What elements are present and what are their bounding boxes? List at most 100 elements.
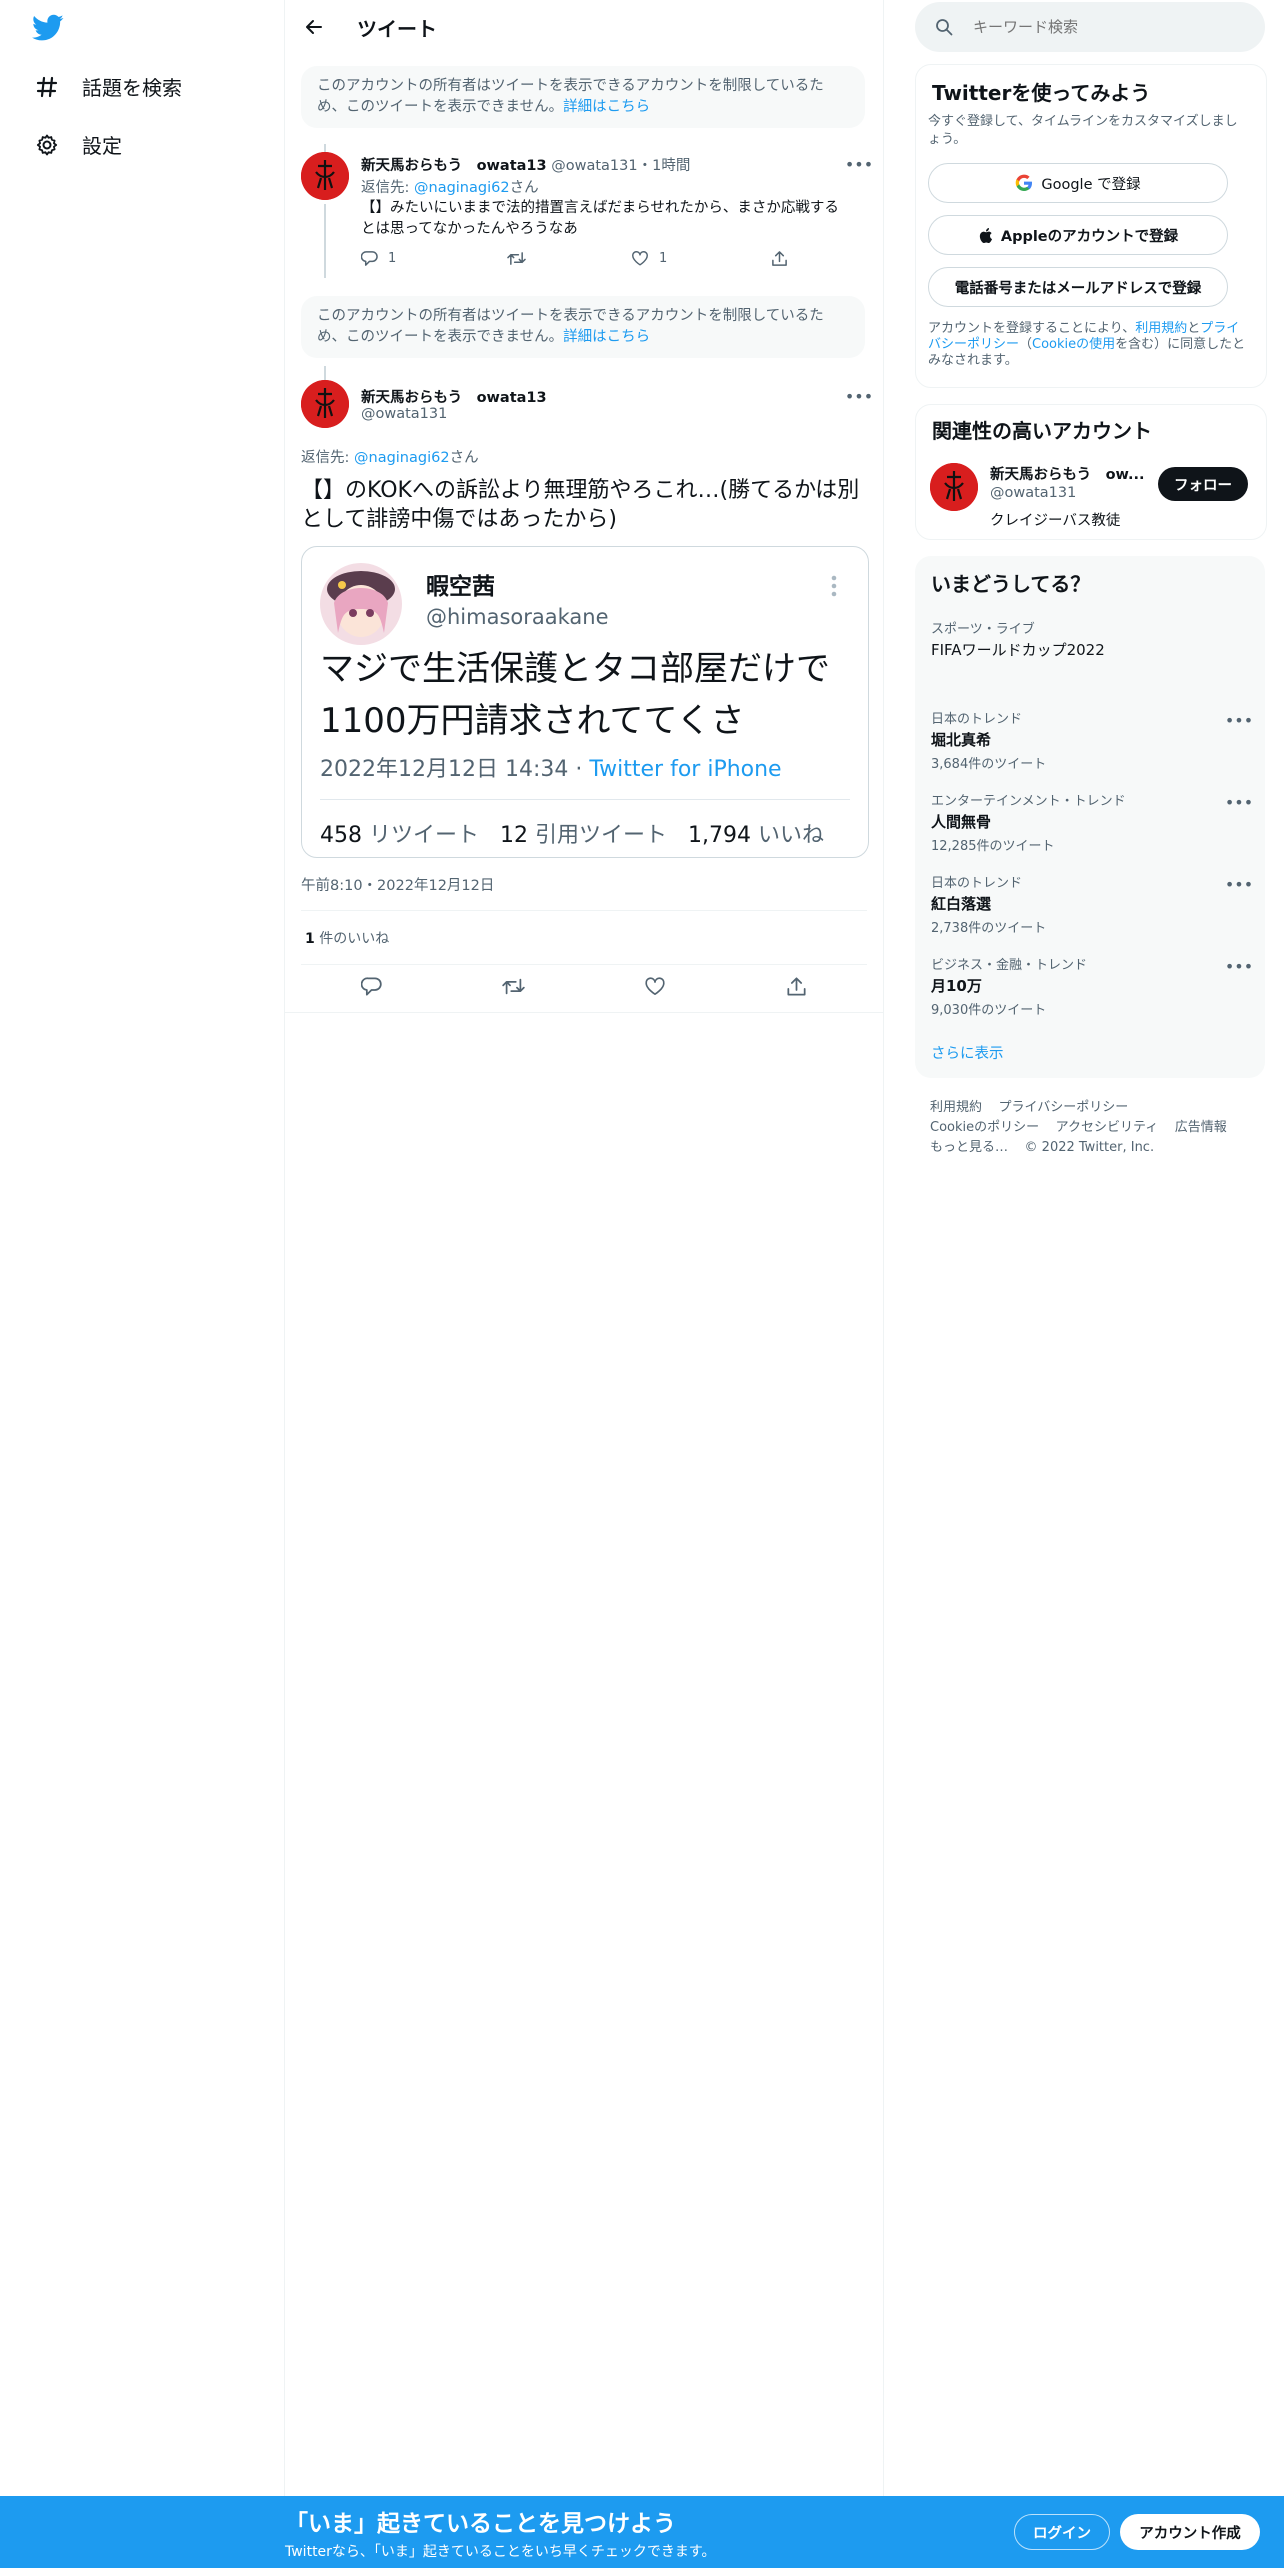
nav-settings-label: 設定 <box>82 134 122 158</box>
signup-button[interactable]: アカウント作成 <box>1120 2514 1260 2550</box>
follow-button[interactable]: フォロー <box>1158 467 1248 501</box>
retweet-button[interactable] <box>507 250 631 267</box>
reply-to-link[interactable]: @naginagi62 <box>414 180 510 196</box>
twitter-logo-icon[interactable] <box>32 14 64 42</box>
reply-button[interactable]: 1 <box>361 250 507 267</box>
trend-item[interactable]: 日本のトレンド 紅白落選 2,738件のツイート <box>931 872 1251 936</box>
main-tweet-actions <box>301 976 867 997</box>
trend-item[interactable]: ビジネス・金融・トレンド 月10万 9,030件のツイート <box>931 954 1251 1018</box>
kebab-menu-icon[interactable] <box>830 573 838 599</box>
like-button[interactable]: 1 <box>631 250 771 267</box>
learn-more-link[interactable]: 詳細はこちら <box>563 99 650 115</box>
trend-count: 2,738件のツイート <box>931 921 1047 936</box>
embedded-handle[interactable]: @himasoraakane <box>426 605 609 629</box>
login-button[interactable]: ログイン <box>1014 2514 1110 2550</box>
reply-to-link[interactable]: @naginagi62 <box>354 450 450 466</box>
reply-to-line: 返信先: @naginagi62さん <box>361 176 539 197</box>
embedded-quotes-num: 12 <box>500 823 528 848</box>
nav-settings[interactable]: 設定 <box>34 130 122 159</box>
related-handle[interactable]: @owata131 <box>990 485 1076 501</box>
footer-privacy-link[interactable]: プライバシーポリシー <box>999 1100 1129 1115</box>
footer-terms-link[interactable]: 利用規約 <box>930 1100 982 1115</box>
embedded-avatar[interactable] <box>320 563 402 645</box>
like-summary[interactable]: 1 件のいいね <box>305 928 389 948</box>
tweet-timestamp[interactable]: 午前8:10・2022年12月12日 <box>301 874 494 895</box>
embedded-retweets-label: リツイート <box>369 823 480 848</box>
footer-ads-link[interactable]: 広告情報 <box>1175 1120 1227 1135</box>
nav-explore[interactable]: 話題を検索 <box>34 72 182 101</box>
more-icon[interactable]: ••• <box>845 386 873 406</box>
like-button[interactable] <box>644 976 666 997</box>
more-icon[interactable]: ••• <box>1225 874 1253 894</box>
search-icon <box>936 19 953 36</box>
more-icon[interactable]: ••• <box>1225 710 1253 730</box>
embedded-stats: 458 リツイート 12 引用ツイート 1,794 いいね <box>320 817 824 849</box>
divider <box>301 910 867 911</box>
main-tweet-handle[interactable]: @owata131 <box>361 406 447 422</box>
footer-row-2: Cookieのポリシー アクセシビリティ 広告情報 <box>930 1116 1227 1135</box>
back-arrow-icon <box>306 20 322 34</box>
search-box[interactable] <box>915 2 1265 52</box>
footer-cookie-link[interactable]: Cookieのポリシー <box>930 1120 1039 1135</box>
footer-more-link[interactable]: もっと見る… <box>930 1140 1008 1155</box>
show-more-link[interactable]: さらに表示 <box>931 1042 1004 1063</box>
top-bar: ツイート <box>285 0 883 54</box>
divider <box>285 1012 883 1013</box>
divider <box>301 964 867 965</box>
more-icon[interactable]: ••• <box>1225 956 1253 976</box>
avatar[interactable] <box>930 463 978 511</box>
back-button[interactable] <box>299 12 329 42</box>
cookie-link[interactable]: Cookieの使用 <box>1032 337 1115 352</box>
learn-more-link[interactable]: 詳細はこちら <box>563 329 650 345</box>
reply-suffix: さん <box>449 450 479 466</box>
tweet-time[interactable]: ・1時間 <box>638 158 691 174</box>
phone-email-signup-button[interactable]: 電話番号またはメールアドレスで登録 <box>928 267 1228 307</box>
trend-category: 日本のトレンド <box>931 876 1023 891</box>
retweet-icon <box>501 978 525 995</box>
trend-count: 3,684件のツイート <box>931 757 1047 772</box>
reply-button[interactable] <box>360 976 382 997</box>
main-tweet-display-name[interactable]: 新天馬おらもう owata13 <box>361 386 547 407</box>
handle[interactable]: @owata131 <box>551 158 637 174</box>
footer-accessibility-link[interactable]: アクセシビリティ <box>1056 1120 1159 1135</box>
apple-signup-button[interactable]: Appleのアカウントで登録 <box>928 215 1228 255</box>
embedded-quotes-label: 引用ツイート <box>535 823 668 848</box>
legal-text: アカウントを登録することにより、 <box>928 321 1136 336</box>
trend-item[interactable]: エンターテインメント・トレンド 人間無骨 12,285件のツイート <box>931 790 1251 854</box>
related-name[interactable]: 新天馬おらもう ow... <box>990 463 1145 484</box>
embedded-name[interactable]: 暇空茜 <box>426 567 495 601</box>
signup-panel: Twitterを使ってみよう 今すぐ登録して、タイムラインをカスタマイズしましょ… <box>915 64 1267 388</box>
more-icon[interactable]: ••• <box>845 154 873 174</box>
avatar-image <box>301 152 349 200</box>
apple-signup-label: Appleのアカウントで登録 <box>1000 228 1179 245</box>
trend-category: 日本のトレンド <box>931 712 1023 727</box>
trend-item[interactable]: スポーツ・ライブ FIFAワールドカップ2022 <box>931 618 1251 660</box>
page-title: ツイート <box>357 17 437 41</box>
share-button[interactable] <box>771 250 788 267</box>
trend-count: 9,030件のツイート <box>931 1003 1047 1018</box>
avatar[interactable] <box>301 152 349 200</box>
embedded-text: マジで生活保護とタコ部屋だけで1100万円請求されててくさ <box>320 649 830 741</box>
trend-item[interactable]: 日本のトレンド 堀北真希 3,684件のツイート <box>931 708 1251 772</box>
display-name[interactable]: 新天馬おらもう owata13 <box>361 158 547 174</box>
reply-icon <box>360 977 382 996</box>
reply-prefix: 返信先: <box>301 450 354 466</box>
trend-category: スポーツ・ライブ <box>931 622 1035 637</box>
terms-link[interactable]: 利用規約 <box>1135 321 1187 336</box>
embedded-source-link[interactable]: Twitter for iPhone <box>589 757 781 782</box>
related-bio: クレイジーバス教徒 <box>990 513 1121 529</box>
trend-category: エンターテインメント・トレンド <box>931 794 1126 809</box>
avatar[interactable] <box>301 380 349 428</box>
trend-category: ビジネス・金融・トレンド <box>931 958 1088 973</box>
reply-tweet-header: 新天馬おらもう owata13 @owata131・1時間 <box>361 154 690 175</box>
retweet-button[interactable] <box>501 976 525 997</box>
thread-line <box>324 144 326 152</box>
thread-line <box>324 366 326 380</box>
google-signup-button[interactable]: Google で登録 <box>928 163 1228 203</box>
gear-icon <box>34 132 60 158</box>
embedded-tweet-card[interactable]: 暇空茜 @himasoraakane マジで生活保護とタコ部屋だけで1100万円… <box>301 546 869 858</box>
search-input[interactable] <box>971 17 1235 37</box>
signup-title: Twitterを使ってみよう <box>932 81 1151 105</box>
more-icon[interactable]: ••• <box>1225 792 1253 812</box>
share-button[interactable] <box>786 976 807 997</box>
